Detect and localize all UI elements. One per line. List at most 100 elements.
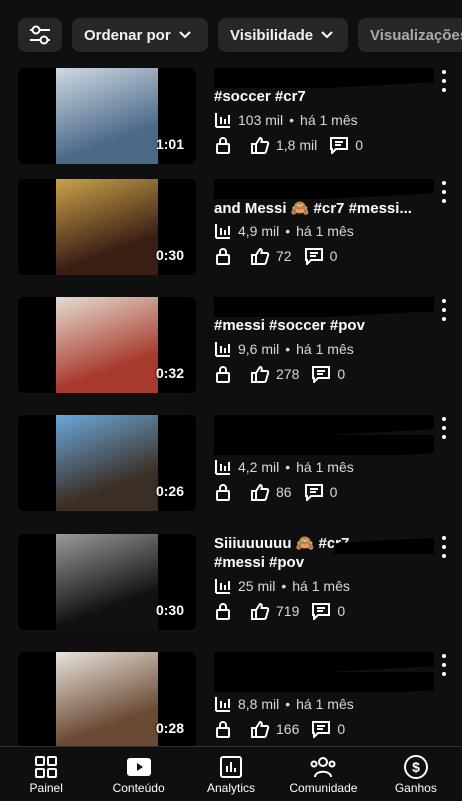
lock-icon [214, 136, 232, 154]
video-title-line2[interactable] [214, 672, 434, 692]
video-thumbnail[interactable]: 0:30 [18, 179, 196, 275]
sort-dropdown[interactable]: Ordenar por [72, 18, 208, 52]
video-row[interactable]: 0:26 4,2 mil • há 1 mês 86 0 [0, 415, 462, 519]
video-title-line2[interactable]: and Messi 🙈 #cr7 #messi... [214, 199, 434, 219]
comment-count: 0 [329, 484, 338, 500]
video-title-line1[interactable] [214, 652, 434, 672]
thumbnail-image [56, 652, 158, 748]
view-count: 103 mil [238, 112, 284, 128]
video-meta: 4,2 mil • há 1 mês [214, 455, 434, 479]
filter-settings-button[interactable] [18, 18, 62, 52]
video-meta: 4,9 mil • há 1 mês [214, 219, 434, 243]
video-title-line2[interactable] [214, 435, 434, 455]
video-info: Siiiuuuuuu 🙈 #cr7 #messi #pov 25 mil • h… [214, 534, 434, 624]
redaction-scribble [214, 179, 434, 199]
like-count: 278 [276, 366, 300, 382]
video-info: 4,2 mil • há 1 mês 86 0 [214, 415, 434, 505]
comment-count: 0 [337, 366, 346, 382]
video-meta: 103 mil • há 1 mês [214, 108, 434, 132]
video-info: 8,8 mil • há 1 mês 166 0 [214, 652, 434, 742]
nav-comunidade[interactable]: Comunidade [277, 747, 369, 801]
title-text: #messi #soccer #pov [214, 317, 365, 334]
upload-age: há 1 mês [300, 112, 358, 128]
analytics-bars-icon [214, 695, 232, 713]
more-options-button[interactable] [440, 70, 448, 92]
more-options-button[interactable] [440, 299, 448, 321]
thumbnail-image [56, 534, 158, 630]
filter-bar: Ordenar por Visibilidade Visualizações [0, 0, 462, 68]
separator-dot: • [285, 696, 291, 712]
video-thumbnail[interactable]: 0:28 [18, 652, 196, 748]
separator-dot: • [285, 459, 291, 475]
nav-painel[interactable]: Painel [0, 747, 92, 801]
video-title-line2[interactable]: #messi #soccer #pov [214, 317, 434, 337]
views-filter-chip[interactable]: Visualizações [358, 18, 462, 52]
community-icon [309, 753, 337, 781]
video-duration: 1:01 [155, 136, 184, 152]
video-title-line1[interactable]: Siiiuuuuuu 🙈 #cr7 [214, 534, 434, 554]
sort-label: Ordenar por [84, 26, 171, 44]
video-title-line1[interactable] [214, 297, 434, 317]
analytics-bars-icon [214, 222, 232, 240]
title-text: and Messi 🙈 #cr7 #messi... [214, 200, 412, 217]
video-thumbnail[interactable]: 1:01 [18, 68, 196, 164]
nav-ganhos[interactable]: $ Ganhos [370, 747, 462, 801]
title-text: #soccer #cr7 [214, 88, 306, 105]
video-meta: 9,6 mil • há 1 mês [214, 337, 434, 361]
lock-icon [214, 483, 232, 501]
redaction-scribble [214, 435, 434, 455]
redaction-scribble [214, 672, 434, 692]
nav-label: Comunidade [289, 781, 358, 795]
video-duration: 0:26 [155, 483, 184, 499]
video-row[interactable]: 0:30 Siiiuuuuuu 🙈 #cr7 #messi #pov 25 mi… [0, 534, 462, 638]
video-stats: 72 0 [214, 243, 434, 269]
video-duration: 0:30 [155, 247, 184, 263]
separator-dot: • [285, 223, 291, 239]
view-count: 4,2 mil [238, 459, 280, 475]
video-duration: 0:32 [155, 365, 184, 381]
video-row[interactable]: 0:30 and Messi 🙈 #cr7 #messi... 4,9 mil … [0, 179, 462, 283]
upload-age: há 1 mês [296, 341, 354, 357]
visibility-label: Visibilidade [230, 26, 314, 44]
video-row[interactable]: 0:32 #messi #soccer #pov 9,6 mil • há 1 … [0, 297, 462, 401]
redaction-scribble [214, 297, 434, 317]
comment-icon [311, 365, 331, 383]
video-thumbnail[interactable]: 0:32 [18, 297, 196, 393]
upload-age: há 1 mês [296, 223, 354, 239]
visibility-dropdown[interactable]: Visibilidade [218, 18, 348, 52]
lock-icon [214, 720, 232, 738]
dollar-icon: $ [403, 753, 429, 781]
more-options-button[interactable] [440, 654, 448, 676]
comment-icon [311, 720, 331, 738]
separator-dot: • [285, 341, 291, 357]
video-title-line2[interactable]: #soccer #cr7 [214, 88, 434, 108]
video-row[interactable]: 0:28 8,8 mil • há 1 mês 166 0 [0, 652, 462, 756]
nav-analytics[interactable]: Analytics [185, 747, 277, 801]
redaction-scribble [214, 652, 434, 672]
thumbnail-image [56, 68, 158, 164]
video-row[interactable]: 1:01 #soccer #cr7 103 mil • há 1 mês 1,8… [0, 68, 462, 172]
bottom-navigation: Painel Conteúdo Analytics Comunidade $ G… [0, 746, 462, 801]
video-thumbnail[interactable]: 0:30 [18, 534, 196, 630]
lock-icon [214, 365, 232, 383]
view-count: 4,9 mil [238, 223, 280, 239]
more-options-button[interactable] [440, 536, 448, 558]
video-stats: 278 0 [214, 361, 434, 387]
more-options-button[interactable] [440, 181, 448, 203]
thumbnail-image [56, 179, 158, 275]
thumbnail-image [56, 297, 158, 393]
video-meta: 8,8 mil • há 1 mês [214, 692, 434, 716]
nav-label: Ganhos [394, 781, 437, 795]
video-thumbnail[interactable]: 0:26 [18, 415, 196, 511]
video-meta: 25 mil • há 1 mês [214, 574, 434, 598]
video-title-line1[interactable] [214, 415, 434, 435]
separator-dot: • [281, 578, 287, 594]
video-title-line2[interactable]: #messi #pov [214, 554, 434, 574]
video-title-line1[interactable] [214, 68, 434, 88]
upload-age: há 1 mês [292, 578, 350, 594]
nav-conteudo[interactable]: Conteúdo [92, 747, 184, 801]
lock-icon [214, 602, 232, 620]
video-title-line1[interactable] [214, 179, 434, 199]
title-text: #messi #pov [214, 554, 305, 571]
more-options-button[interactable] [440, 417, 448, 439]
